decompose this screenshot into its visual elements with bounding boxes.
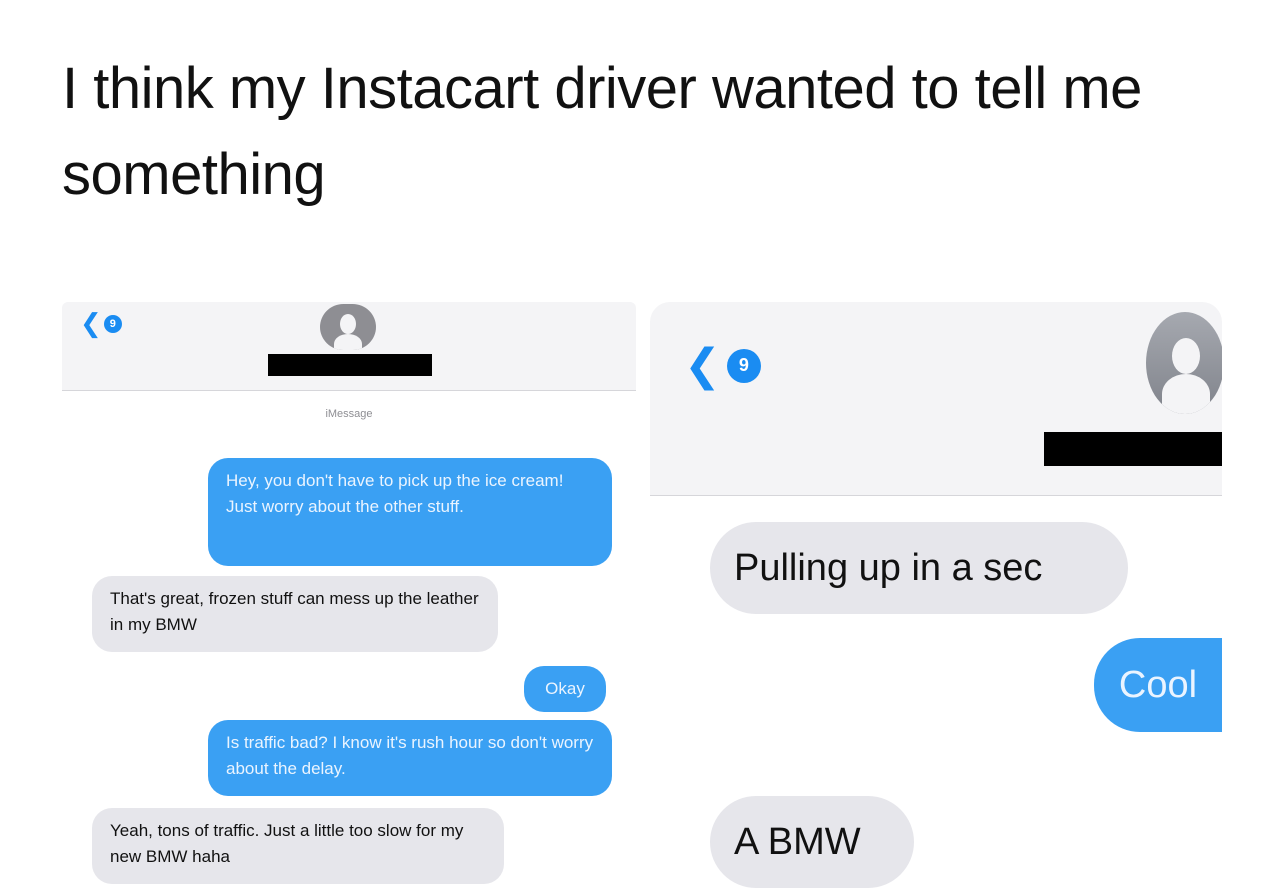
meme-caption: I think my Instacart driver wanted to te… xyxy=(62,56,1142,207)
chat-header: ❮ 9 xyxy=(650,302,1222,496)
message-text: A BMW xyxy=(734,821,861,863)
back-button[interactable]: ❮ 9 xyxy=(684,340,761,391)
back-chevron-icon: ❮ xyxy=(684,341,721,390)
received-message-bubble: That's great, frozen stuff can mess up t… xyxy=(92,576,498,652)
back-button[interactable]: ❮ 9 xyxy=(80,308,122,339)
message-text: Is traffic bad? I know it's rush hour so… xyxy=(226,733,594,778)
back-chevron-icon: ❮ xyxy=(80,308,102,338)
message-text: Okay xyxy=(545,679,585,698)
sent-message-bubble: Cool xyxy=(1094,638,1222,732)
left-chat-screenshot: ❮ 9 iMessage Hey, you don't have to pick… xyxy=(62,302,636,894)
message-text: Yeah, tons of traffic. Just a little too… xyxy=(110,821,464,866)
sent-message-bubble: Is traffic bad? I know it's rush hour so… xyxy=(208,720,612,796)
service-label: iMessage xyxy=(325,408,373,420)
sent-message-bubble: Hey, you don't have to pick up the ice c… xyxy=(208,458,612,566)
contact-avatar-icon[interactable] xyxy=(1146,312,1222,414)
message-text: Pulling up in a sec xyxy=(734,547,1043,589)
received-message-bubble: Yeah, tons of traffic. Just a little too… xyxy=(92,808,504,884)
sent-message-bubble: Okay xyxy=(524,666,606,712)
message-text: Hey, you don't have to pick up the ice c… xyxy=(226,471,564,516)
message-text: That's great, frozen stuff can mess up t… xyxy=(110,589,479,634)
redacted-contact-name xyxy=(1044,432,1222,466)
unread-count-badge: 9 xyxy=(103,314,122,333)
unread-count-badge: 9 xyxy=(726,348,761,383)
message-text: Cool xyxy=(1118,664,1198,706)
chat-header: ❮ 9 xyxy=(62,302,636,391)
received-message-bubble: A BMW xyxy=(710,796,914,888)
contact-avatar-icon[interactable] xyxy=(320,304,376,350)
right-chat-screenshot: ❮ 9 Pulling up in a sec Cool A BMW xyxy=(650,302,1222,894)
redacted-contact-name xyxy=(268,354,432,376)
received-message-bubble: Pulling up in a sec xyxy=(710,522,1128,614)
